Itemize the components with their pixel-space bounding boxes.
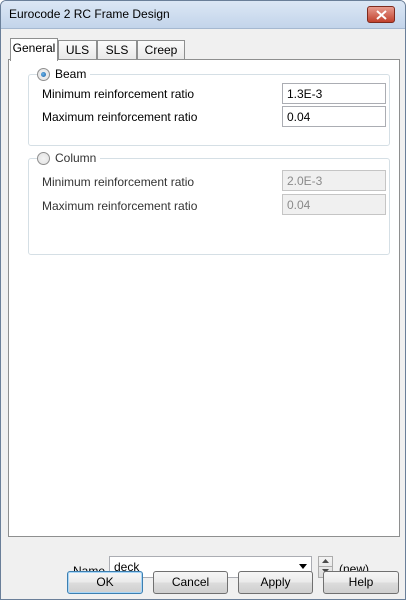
beam-radio[interactable]: Beam: [37, 66, 91, 82]
beam-radio-label: Beam: [55, 67, 87, 81]
window-title: Eurocode 2 RC Frame Design: [9, 7, 170, 21]
column-radio[interactable]: Column: [37, 150, 101, 166]
tab-uls-label: ULS: [65, 43, 90, 57]
tab-creep-label: Creep: [144, 43, 178, 57]
help-button[interactable]: Help: [323, 571, 399, 594]
chevron-down-icon[interactable]: [299, 564, 307, 569]
tab-sls-label: SLS: [105, 43, 129, 57]
beam-max-ratio-label: Maximum reinforcement ratio: [42, 110, 198, 124]
apply-button[interactable]: Apply: [238, 571, 313, 594]
beam-group: Beam Minimum reinforcement ratio Maximum…: [28, 66, 390, 146]
title-bar[interactable]: Eurocode 2 RC Frame Design: [1, 1, 405, 29]
dialog-client: General ULS SLS Creep Beam Minimum reinf…: [8, 30, 400, 599]
column-min-ratio-field: [282, 170, 386, 191]
tab-uls[interactable]: ULS: [58, 40, 97, 60]
spinner-up-button[interactable]: [319, 557, 332, 567]
tab-creep[interactable]: Creep: [137, 40, 185, 60]
beam-min-ratio-label: Minimum reinforcement ratio: [42, 87, 195, 101]
column-min-ratio-label: Minimum reinforcement ratio: [42, 175, 195, 189]
close-button[interactable]: [367, 6, 395, 23]
arrow-up-icon: [322, 559, 329, 563]
column-max-ratio-field: [282, 194, 386, 215]
beam-max-ratio-field[interactable]: [282, 106, 386, 127]
column-max-ratio-label: Maximum reinforcement ratio: [42, 199, 198, 213]
close-icon: [376, 10, 387, 20]
general-tab-panel: Beam Minimum reinforcement ratio Maximum…: [8, 59, 400, 537]
ok-button[interactable]: OK: [67, 571, 143, 594]
column-radio-label: Column: [55, 151, 97, 165]
column-group: Column Minimum reinforcement ratio Maxim…: [28, 150, 390, 255]
column-radio-button[interactable]: [37, 151, 50, 165]
beam-radio-button[interactable]: [37, 67, 50, 81]
tab-general[interactable]: General: [10, 38, 58, 61]
dialog-window: Eurocode 2 RC Frame Design General ULS S…: [0, 0, 406, 600]
beam-min-ratio-field[interactable]: [282, 83, 386, 104]
tab-general-label: General: [12, 41, 56, 55]
tab-sls[interactable]: SLS: [97, 40, 137, 60]
cancel-button[interactable]: Cancel: [153, 571, 228, 594]
